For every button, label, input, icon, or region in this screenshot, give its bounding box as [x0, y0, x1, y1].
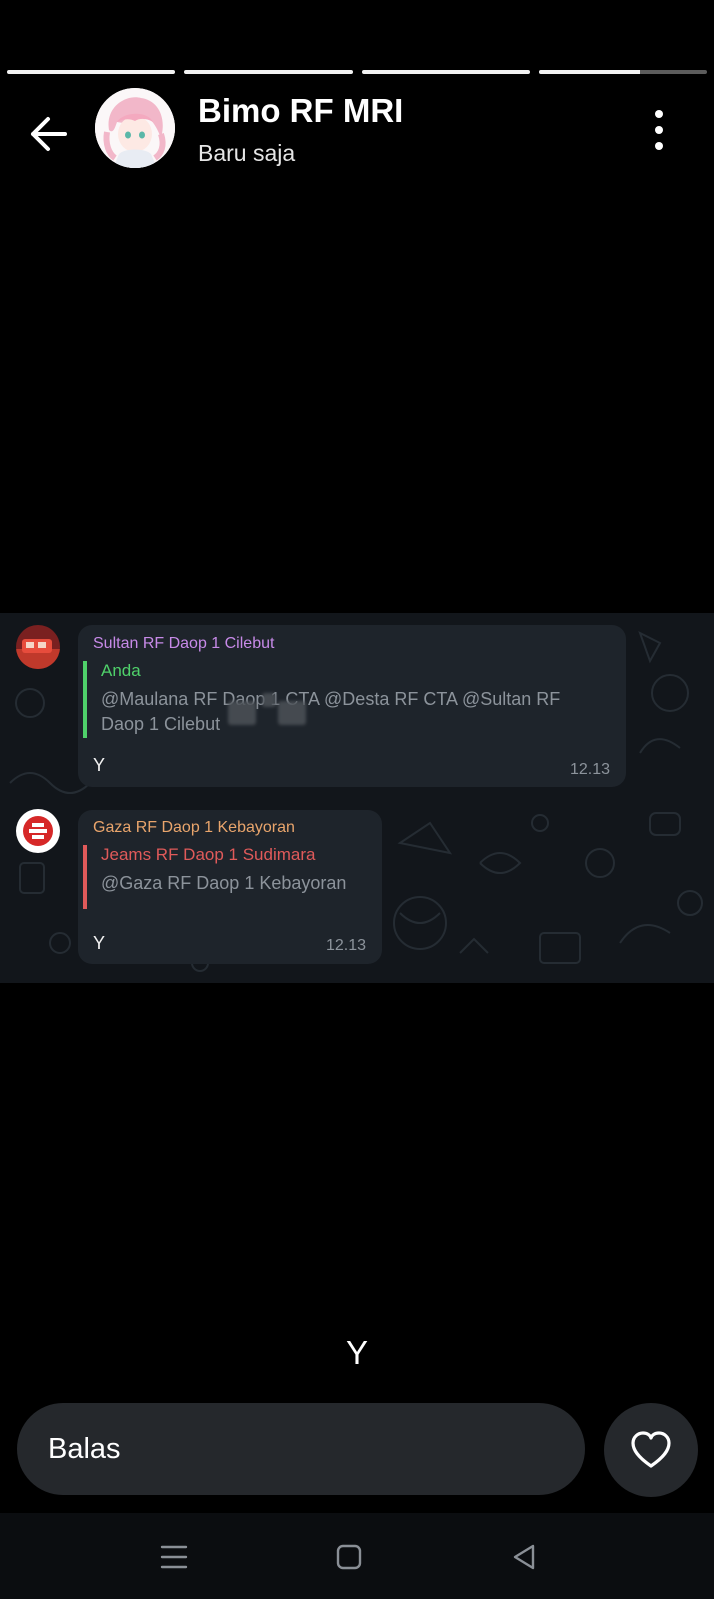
progress-segment	[184, 70, 353, 74]
heart-icon	[631, 1431, 671, 1468]
avatar[interactable]	[95, 88, 175, 168]
sender-avatar	[16, 625, 60, 669]
more-options-button[interactable]	[644, 110, 674, 150]
progress-fill	[7, 70, 176, 74]
story-image-chat-screenshot: Sultan RF Daop 1 Cilebut Anda @Maulana R…	[0, 613, 714, 983]
quote-text: @Gaza RF Daop 1 Kebayoran	[101, 873, 347, 893]
message-time: 12.13	[326, 937, 367, 954]
story-header: Bimo RF MRI Baru saja	[0, 88, 714, 178]
arrow-left-icon	[31, 117, 67, 151]
progress-fill	[361, 70, 530, 74]
triangle-back-icon	[513, 1544, 535, 1570]
story-caption: Y	[345, 1334, 368, 1371]
nav-home-button[interactable]	[333, 1541, 365, 1573]
back-button[interactable]	[22, 108, 74, 160]
censor-blur	[262, 693, 276, 707]
sender-avatar	[16, 809, 60, 853]
reply-input[interactable]: Balas	[17, 1403, 585, 1495]
system-nav-bar	[0, 1513, 714, 1599]
reply-quote: Jeams RF Daop 1 Sudimara @Gaza RF Daop 1…	[83, 845, 381, 909]
message-text: Y	[93, 755, 106, 775]
message-text: Y	[93, 933, 106, 953]
progress-fill	[538, 70, 640, 74]
square-icon	[336, 1544, 362, 1570]
message-sender: Gaza RF Daop 1 Kebayoran	[93, 819, 295, 836]
quote-text: @Maulana RF Daop 1 CTA @Desta RF CTA @Su…	[101, 689, 561, 734]
nav-back-button[interactable]	[508, 1541, 540, 1573]
story-viewer: Bimo RF MRI Baru saja Sultan RF Daop 1 C…	[0, 0, 714, 1599]
progress-segment	[361, 70, 530, 74]
reply-placeholder: Balas	[48, 1432, 121, 1465]
more-vertical-icon-dot	[655, 126, 663, 134]
censor-blur	[278, 701, 306, 725]
reply-quote: Anda @Maulana RF Daop 1 CTA @Desta RF CT…	[83, 661, 601, 738]
poster-name[interactable]: Bimo RF MRI	[198, 92, 403, 130]
message-sender: Sultan RF Daop 1 Cilebut	[93, 635, 275, 652]
story-progress	[7, 70, 707, 74]
progress-fill	[184, 70, 353, 74]
like-button[interactable]	[604, 1403, 698, 1497]
more-vertical-icon-dot	[655, 142, 663, 150]
post-timestamp: Baru saja	[198, 140, 296, 166]
quote-title: Jeams RF Daop 1 Sudimara	[101, 845, 316, 864]
progress-segment	[538, 70, 707, 74]
message-time: 12.13	[570, 761, 611, 778]
censor-blur	[228, 701, 256, 725]
progress-segment	[7, 70, 176, 74]
anime-avatar-image	[95, 88, 175, 168]
nav-recents-button[interactable]	[158, 1541, 190, 1573]
sender-avatar-image	[16, 625, 60, 669]
more-vertical-icon	[655, 110, 663, 118]
quote-title: Anda	[101, 661, 141, 680]
sender-avatar-image	[16, 809, 60, 853]
menu-icon	[160, 1545, 188, 1569]
